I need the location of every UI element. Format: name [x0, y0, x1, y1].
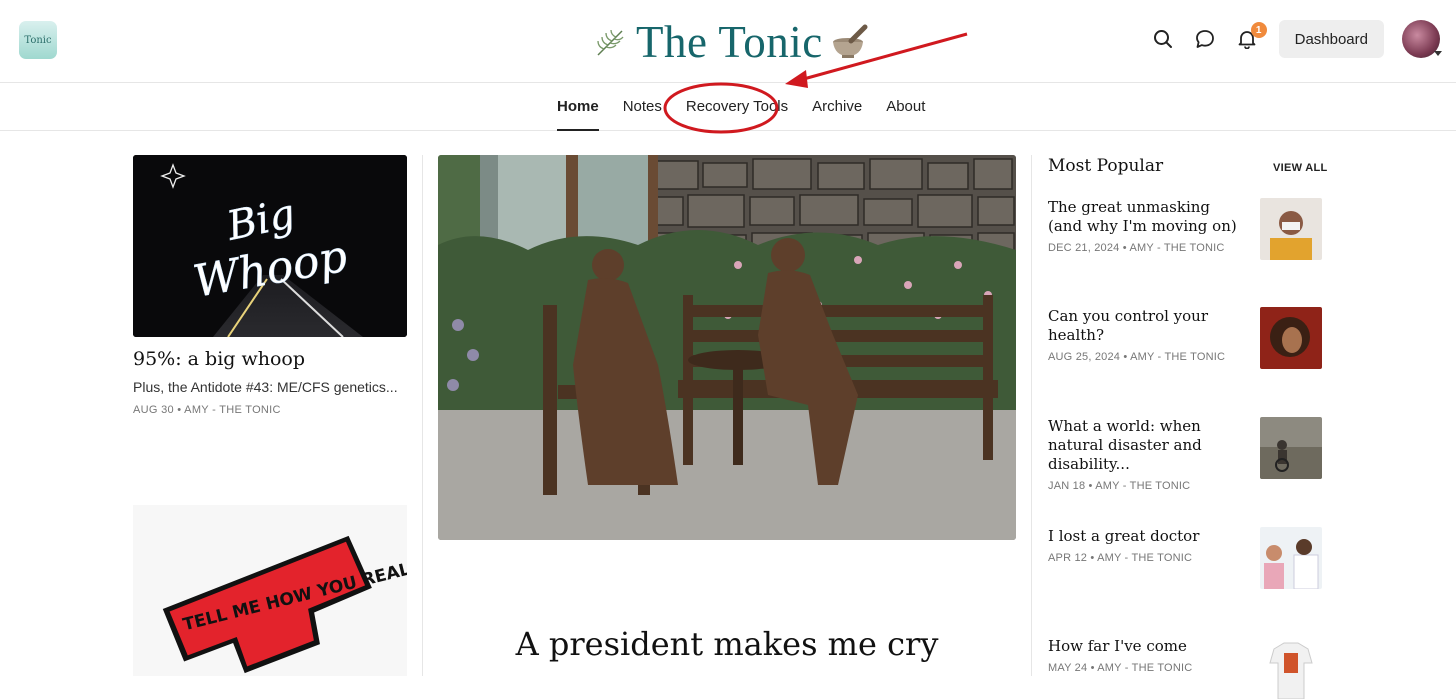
popular-item-title[interactable]: What a world: when natural disaster and … [1048, 417, 1248, 474]
popular-item-title[interactable]: I lost a great doctor [1048, 527, 1248, 546]
column-divider-right [1031, 155, 1032, 676]
popular-item-thumbnail[interactable] [1260, 417, 1322, 479]
site-header: Tonic The Tonic 1 Dashboard [0, 0, 1456, 83]
featured-left-title[interactable]: 95%: a big whoop [133, 348, 305, 370]
popular-item[interactable]: The great unmasking (and why I'm moving … [1048, 198, 1322, 260]
featured-left-meta: AUG 30 • AMY - THE TONIC [133, 404, 281, 416]
bell-icon[interactable]: 1 [1235, 22, 1267, 51]
site-logo[interactable]: Tonic [19, 21, 57, 59]
notification-badge: 1 [1250, 22, 1267, 38]
view-all-link[interactable]: VIEW ALL [1273, 162, 1328, 174]
second-left-image[interactable]: TELL ME HOW YOU REALLY FEEL [133, 505, 407, 676]
logo-text: Tonic [24, 34, 52, 46]
popular-item-meta: JAN 18 • AMY - THE TONIC [1048, 480, 1191, 492]
popular-item-title[interactable]: Can you control your health? [1048, 307, 1248, 345]
featured-left-subtitle: Plus, the Antidote #43: ME/CFS genetics.… [133, 379, 398, 395]
popular-item-thumbnail[interactable] [1260, 527, 1322, 589]
popular-item[interactable]: Can you control your health? AUG 25, 202… [1048, 307, 1322, 369]
search-icon[interactable] [1151, 27, 1175, 51]
most-popular-heading: Most Popular [1048, 156, 1164, 176]
chat-bubble-icon[interactable] [1193, 27, 1217, 51]
featured-left-image[interactable]: Big Whoop [133, 155, 407, 337]
column-divider-left [422, 155, 423, 676]
user-avatar[interactable] [1402, 20, 1442, 58]
popular-item[interactable]: I lost a great doctor APR 12 • AMY - THE… [1048, 527, 1322, 589]
hero-image[interactable] [438, 155, 1016, 540]
popular-item[interactable]: What a world: when natural disaster and … [1048, 417, 1322, 492]
nav-recovery-tools[interactable]: Recovery Tools [674, 83, 800, 130]
popular-item[interactable]: How far I've come MAY 24 • AMY - THE TON… [1048, 637, 1322, 699]
main-nav: Home Notes Recovery Tools Archive About [0, 83, 1456, 131]
hero-title[interactable]: A president makes me cry [438, 625, 1016, 663]
nav-about[interactable]: About [874, 83, 937, 130]
popular-item-thumbnail[interactable] [1260, 307, 1322, 369]
site-title: The Tonic [636, 17, 823, 67]
nav-archive[interactable]: Archive [800, 83, 874, 130]
site-title-block[interactable]: The Tonic [594, 14, 871, 70]
header-actions: 1 Dashboard [1151, 20, 1442, 58]
popular-item-title[interactable]: The great unmasking (and why I'm moving … [1048, 198, 1248, 236]
herb-sprig-icon [597, 29, 624, 56]
popular-item-thumbnail[interactable] [1260, 637, 1322, 699]
nav-home[interactable]: Home [557, 83, 611, 131]
mortar-pestle-icon [832, 24, 868, 58]
popular-item-title[interactable]: How far I've come [1048, 637, 1248, 656]
nav-notes[interactable]: Notes [611, 83, 674, 130]
popular-item-thumbnail[interactable] [1260, 198, 1322, 260]
dashboard-button[interactable]: Dashboard [1278, 20, 1384, 58]
